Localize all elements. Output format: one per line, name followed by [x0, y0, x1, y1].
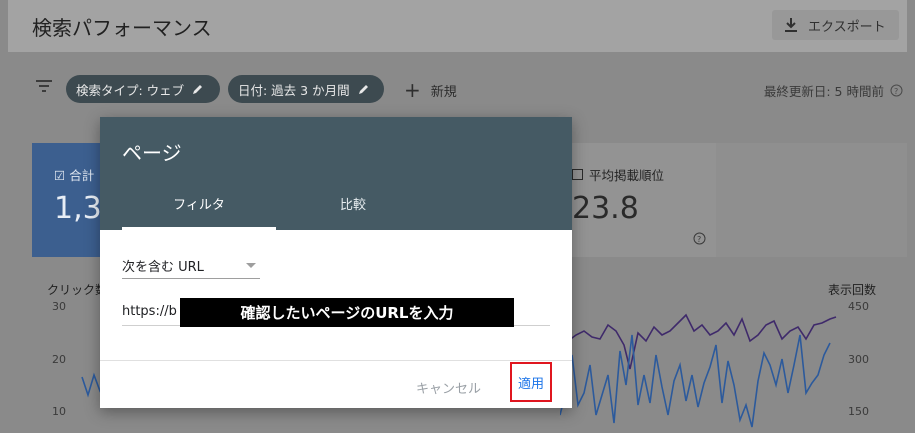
- pencil-icon: [358, 85, 368, 94]
- help-icon[interactable]: ?: [693, 232, 706, 245]
- page-title: 検索パフォーマンス: [32, 16, 212, 40]
- clicks-value: 1,3: [54, 191, 102, 226]
- checkbox-unchecked-icon: [572, 169, 583, 180]
- last-updated: 最終更新日: 5 時間前 ?: [764, 81, 903, 100]
- clicks-series-line: [560, 334, 831, 428]
- dialog-header: ページ フィルタ 比較: [100, 117, 572, 230]
- position-value: 23.8: [572, 191, 639, 226]
- export-label: エクスポート: [808, 19, 886, 35]
- filter-chip-search-type[interactable]: 検索タイプ: ウェブ: [66, 75, 220, 103]
- filter-icon[interactable]: [36, 80, 52, 92]
- clicks-card-label: ☑ 合計: [54, 168, 95, 183]
- match-type-select[interactable]: 次を含む URL: [122, 252, 260, 279]
- left-tick: 20: [52, 353, 66, 366]
- last-updated-text: 最終更新日: 5 時間前: [763, 84, 884, 99]
- page-header: 検索パフォーマンス エクスポート: [8, 0, 907, 52]
- url-input-value: https://b: [122, 304, 177, 319]
- plus-icon: +: [404, 78, 421, 102]
- left-tick: 30: [52, 300, 66, 313]
- active-tab-indicator: [122, 227, 276, 230]
- cancel-button[interactable]: キャンセル: [416, 378, 481, 397]
- right-tick: 150: [848, 405, 869, 418]
- new-filter-button[interactable]: + 新規: [404, 78, 457, 102]
- left-axis-title: クリック数: [47, 283, 108, 297]
- left-tick: 10: [52, 405, 66, 418]
- redaction-overlay: 確認したいページのURLを入力: [180, 298, 514, 327]
- empty-card-area: [716, 143, 907, 257]
- search-performance-page: 検索パフォーマンス エクスポート 検索タイプ: ウェブ 日付: 過去 3 か月間…: [0, 0, 915, 433]
- filter-chip-date[interactable]: 日付: 過去 3 か月間: [228, 75, 384, 103]
- chip-label: 日付: 過去 3 か月間: [238, 82, 350, 98]
- right-tick: 450: [848, 300, 869, 313]
- dialog-title: ページ: [122, 141, 182, 165]
- apply-button[interactable]: 適用: [510, 362, 552, 402]
- position-card[interactable]: 平均掲載順位 23.8 ?: [572, 143, 717, 257]
- checkbox-checked-icon: ☑: [54, 168, 66, 183]
- tab-filter[interactable]: フィルタ: [122, 193, 276, 230]
- dropdown-arrow-icon: [246, 262, 256, 268]
- download-icon: [785, 18, 797, 32]
- svg-text:?: ?: [697, 235, 701, 244]
- new-label: 新規: [430, 84, 457, 100]
- page-filter-dialog: ページ フィルタ 比較 次を含む URL https://b 確認したいページの…: [100, 117, 572, 408]
- export-button[interactable]: エクスポート: [772, 10, 899, 40]
- chip-label: 検索タイプ: ウェブ: [76, 82, 185, 98]
- position-card-label: 平均掲載順位: [572, 165, 664, 184]
- match-type-value: 次を含む URL: [122, 259, 204, 275]
- svg-text:?: ?: [894, 87, 898, 96]
- help-icon[interactable]: ?: [890, 84, 903, 97]
- dialog-footer: キャンセル 適用: [100, 360, 572, 408]
- pencil-icon: [193, 85, 203, 94]
- right-tick: 300: [848, 353, 869, 366]
- performance-chart: [560, 313, 837, 428]
- tab-compare[interactable]: 比較: [276, 193, 430, 230]
